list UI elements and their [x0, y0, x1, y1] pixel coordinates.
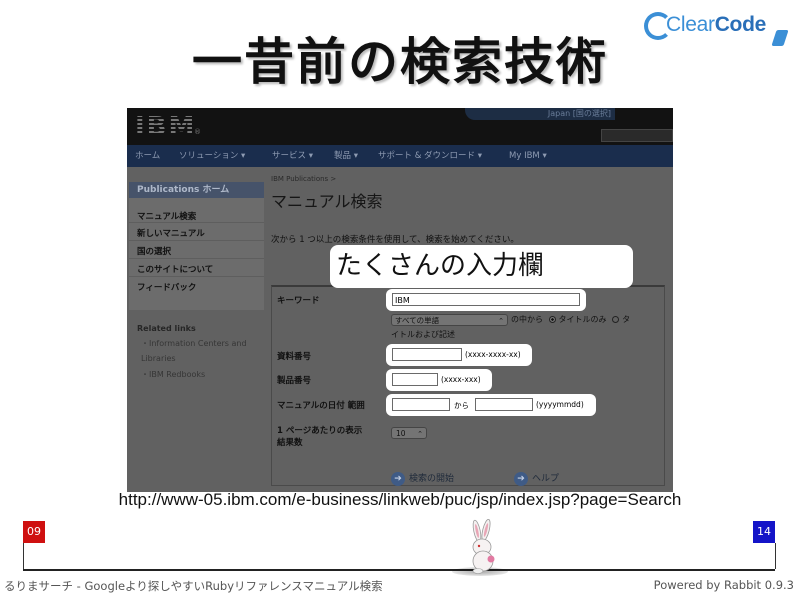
- keyword-input[interactable]: IBM: [392, 293, 580, 306]
- radio-title-only[interactable]: [548, 316, 556, 323]
- nav-myibm[interactable]: My IBM ▾: [509, 145, 547, 167]
- start-pole: [23, 543, 24, 569]
- rabbit-icon: [472, 519, 495, 574]
- breadcrumb[interactable]: IBM Publications >: [271, 175, 336, 183]
- left-nav-item-country[interactable]: 国の選択: [137, 245, 171, 257]
- clearcode-logo: ClearCode: [640, 6, 790, 46]
- left-nav-item-search[interactable]: マニュアル検索: [137, 210, 196, 222]
- footer-credit: Powered by Rabbit 0.9.3: [653, 578, 794, 592]
- arrow-right-icon: ➔: [514, 471, 528, 486]
- date-hint: (yyyymmdd): [536, 400, 584, 409]
- divider: [129, 258, 264, 259]
- match-select[interactable]: すべての単語 ⌃: [391, 314, 508, 326]
- start-page-flag: 09: [23, 521, 45, 543]
- product-number-label: 製品番号: [277, 376, 312, 386]
- nav-services[interactable]: サービス ▾: [272, 145, 313, 167]
- keyword-label: キーワード: [277, 296, 320, 306]
- related-links-title: Related links: [137, 324, 196, 333]
- doc-number-input[interactable]: [392, 348, 462, 361]
- help-button[interactable]: ➔ ヘルプ: [514, 471, 559, 486]
- chevron-down-icon: ⌃: [417, 430, 423, 438]
- doc-number-hint: (xxxx-xxxx-xx): [465, 350, 521, 359]
- chevron-down-icon: ⌃: [498, 317, 504, 325]
- divider: [129, 222, 264, 223]
- registered-mark: ®: [194, 128, 201, 136]
- nav-support[interactable]: サポート & ダウンロード ▾: [378, 145, 482, 167]
- nav-solutions[interactable]: ソリューション ▾: [179, 145, 245, 167]
- per-page-label-2: 結果数: [277, 438, 303, 448]
- per-page-label: 1 ページあたりの表示: [277, 426, 363, 436]
- top-nav: ホーム ソリューション ▾ サービス ▾ 製品 ▾ サポート & ダウンロード …: [127, 145, 673, 167]
- intro-text: 次から 1 つ以上の検索条件を使用して、検索を始めてください。: [271, 235, 519, 245]
- region-selector[interactable]: Japan [国の選択]: [548, 108, 611, 119]
- product-number-hint: (xxxx-xxx): [441, 375, 481, 384]
- source-url[interactable]: http://www-05.ibm.com/e-business/linkweb…: [0, 490, 800, 510]
- footer-title: るりまサーチ - Googleより探しやすいRubyリファレンスマニュアル検索: [4, 579, 383, 593]
- date-from-label: から: [454, 401, 469, 410]
- callout-label: たくさんの入力欄: [330, 245, 633, 288]
- related-link-infocenters[interactable]: ・Information Centers and Libraries: [141, 336, 251, 366]
- logo-text: ClearCode: [666, 13, 766, 36]
- search-button[interactable]: ➔ 検索の開始: [391, 471, 454, 486]
- left-nav-item-new[interactable]: 新しいマニュアル: [137, 227, 205, 239]
- date-from-input[interactable]: [392, 398, 450, 411]
- nav-home[interactable]: ホーム: [135, 145, 160, 167]
- per-page-select[interactable]: 10 ⌃: [391, 427, 427, 439]
- end-page-flag: 14: [753, 521, 775, 543]
- arrow-right-icon: ➔: [391, 471, 405, 486]
- radio-title-desc[interactable]: [612, 316, 620, 323]
- end-pole: [775, 543, 776, 569]
- search-form: キーワード IBM すべての単語 ⌃ の中から タイトルのみ タ イトルおよび記述…: [271, 285, 665, 486]
- ibm-search-screenshot: IBM ® Japan [国の選択] ホーム ソリューション ▾ サービス ▾ …: [127, 108, 673, 492]
- progress-track: [23, 569, 775, 571]
- nav-products[interactable]: 製品 ▾: [334, 145, 358, 167]
- product-number-input[interactable]: [392, 373, 438, 386]
- masthead: IBM ® Japan [国の選択]: [127, 108, 673, 145]
- ibm-logo: IBM: [135, 112, 197, 142]
- scope-option-cont: イトルおよび記述: [391, 330, 455, 339]
- page-title: マニュアル検索: [271, 192, 383, 211]
- divider: [129, 240, 264, 241]
- date-to-input[interactable]: [475, 398, 533, 411]
- left-nav: Publications ホーム マニュアル検索 新しいマニュアル 国の選択 こ…: [129, 182, 264, 310]
- doc-number-label: 資料番号: [277, 352, 312, 362]
- scope-options: の中から タイトルのみ タ: [511, 315, 631, 324]
- masthead-search-input[interactable]: [601, 129, 673, 142]
- related-link-redbooks[interactable]: ・IBM Redbooks: [141, 367, 251, 382]
- date-range-label: マニュアルの日付 範囲: [277, 401, 365, 411]
- left-nav-item-feedback[interactable]: フィードバック: [137, 281, 196, 293]
- divider: [129, 276, 264, 277]
- left-nav-item-about[interactable]: このサイトについて: [137, 263, 213, 275]
- left-nav-header: Publications ホーム: [129, 182, 264, 198]
